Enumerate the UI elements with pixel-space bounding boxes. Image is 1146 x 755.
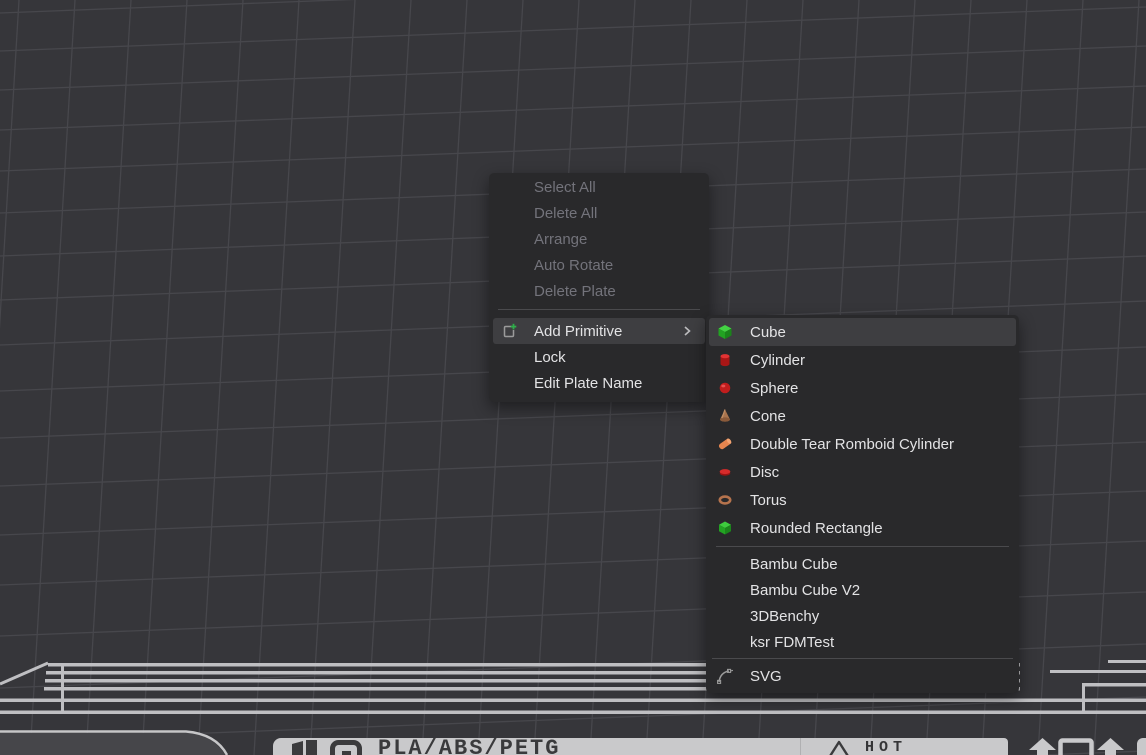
menu-item-delete-all: Delete All: [493, 200, 705, 226]
rounded-rectangle-icon: [717, 520, 733, 536]
plate-hot-label: HOT: [865, 739, 907, 755]
submenu-item-torus[interactable]: Torus: [709, 486, 1016, 514]
plate-seam: [800, 738, 801, 755]
submenu-item-label: Torus: [750, 492, 787, 509]
plate-front-strip: PLA/ABS/PETG HOT: [273, 738, 1008, 755]
menu-item-delete-plate: Delete Plate: [493, 278, 705, 304]
submenu-item-ksr-fdmtest[interactable]: ksr FDMTest: [709, 629, 1016, 655]
submenu-item-label: Cylinder: [750, 352, 805, 369]
disc-icon: [717, 464, 733, 480]
submenu-item-bambu-cube-v2[interactable]: Bambu Cube V2: [709, 577, 1016, 603]
menu-item-add-primitive[interactable]: Add Primitive: [493, 318, 705, 344]
add-primitive-submenu: Cube Cylinder Sphere Cone Do: [706, 315, 1019, 693]
menu-item-label: Delete All: [534, 205, 597, 222]
menu-item-select-all: Select All: [493, 174, 705, 200]
submenu-item-svg[interactable]: SVG: [709, 662, 1016, 690]
submenu-item-label: Sphere: [750, 380, 798, 397]
submenu-separator: [716, 546, 1009, 547]
menu-item-label: Add Primitive: [534, 323, 622, 340]
menu-item-label: Delete Plate: [534, 283, 616, 300]
submenu-item-3dbenchy[interactable]: 3DBenchy: [709, 603, 1016, 629]
menu-item-label: Edit Plate Name: [534, 375, 642, 392]
submenu-item-sphere[interactable]: Sphere: [709, 374, 1016, 402]
menu-item-auto-rotate: Auto Rotate: [493, 252, 705, 278]
submenu-item-label: Cone: [750, 408, 786, 425]
submenu-item-label: SVG: [750, 668, 782, 685]
square-outline-icon: [1058, 738, 1094, 755]
menu-item-label: Auto Rotate: [534, 257, 613, 274]
menu-item-lock[interactable]: Lock: [493, 344, 705, 370]
submenu-item-label: 3DBenchy: [750, 608, 819, 625]
menu-item-label: Arrange: [534, 231, 587, 248]
submenu-item-cylinder[interactable]: Cylinder: [709, 346, 1016, 374]
submenu-item-bambu-cube[interactable]: Bambu Cube: [709, 551, 1016, 577]
handy-logo-icon: [330, 740, 364, 755]
submenu-item-label: Double Tear Romboid Cylinder: [750, 436, 954, 453]
menu-item-label: Select All: [534, 179, 596, 196]
submenu-item-label: Bambu Cube: [750, 556, 838, 573]
warning-triangle-icon: [823, 740, 855, 755]
submenu-item-rounded-rectangle[interactable]: Rounded Rectangle: [709, 514, 1016, 542]
up-arrow-icon: [1029, 738, 1056, 755]
menu-separator: [498, 309, 700, 310]
submenu-item-double-tear-romboid-cylinder[interactable]: Double Tear Romboid Cylinder: [709, 430, 1016, 458]
plate-strip-end-cap: [1137, 738, 1146, 755]
submenu-item-disc[interactable]: Disc: [709, 458, 1016, 486]
menu-item-edit-plate-name[interactable]: Edit Plate Name: [493, 370, 705, 396]
cube-icon: [717, 324, 733, 340]
submenu-item-label: Cube: [750, 324, 786, 341]
submenu-separator: [712, 658, 1013, 659]
submenu-item-label: ksr FDMTest: [750, 634, 834, 651]
bambu-logo-icon: [292, 740, 322, 755]
romboid-cylinder-icon: [717, 436, 733, 452]
up-arrow-icon: [1097, 738, 1124, 755]
sphere-icon: [717, 380, 733, 396]
submenu-item-label: Disc: [750, 464, 779, 481]
submenu-item-cube[interactable]: Cube: [709, 318, 1016, 346]
svg-path-icon: [717, 668, 733, 684]
plate-material-label: PLA/ABS/PETG: [378, 738, 560, 755]
menu-item-arrange: Arrange: [493, 226, 705, 252]
plate-context-menu: Select All Delete All Arrange Auto Rotat…: [489, 173, 709, 402]
cylinder-icon: [717, 352, 733, 368]
chevron-right-icon: [679, 323, 695, 339]
submenu-item-cone[interactable]: Cone: [709, 402, 1016, 430]
cone-icon: [717, 408, 733, 424]
torus-icon: [717, 492, 733, 508]
menu-item-label: Lock: [534, 349, 566, 366]
submenu-item-label: Bambu Cube V2: [750, 582, 860, 599]
add-primitive-icon: [501, 323, 517, 339]
submenu-item-label: Rounded Rectangle: [750, 520, 883, 537]
